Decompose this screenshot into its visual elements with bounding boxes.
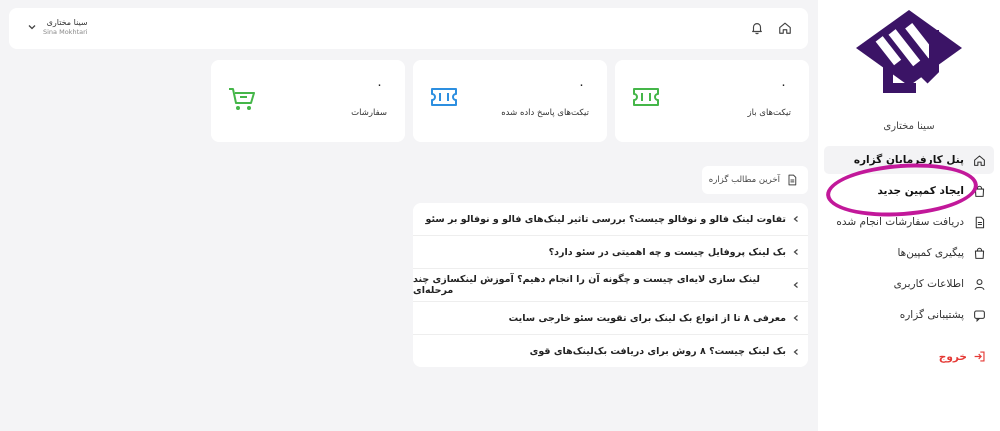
list-item[interactable]: تفاوت لینک فالو و نوفالو چیست؟ بررسی تاث… [413, 203, 808, 236]
cart-icon [227, 86, 257, 116]
post-title: لینک سازی لایه‌ای چیست و چگونه آن را انج… [413, 274, 760, 296]
sidebar-item-track-campaigns[interactable]: پیگیری کمپین‌ها [824, 239, 994, 267]
post-title: بک لینک چیست؟ ۸ روش برای دریافت بک‌لینک‌… [529, 346, 786, 357]
logout-icon [973, 350, 986, 363]
user-menu-dropdown[interactable]: سینا مختاری Sina Mokhtari [27, 18, 88, 36]
post-title: تفاوت لینک فالو و نوفالو چیست؟ بررسی تاث… [425, 213, 786, 225]
stat-label: تیکت‌های پاسخ داده شده [501, 108, 589, 118]
sidebar-item-orders[interactable]: دریافت سفارشات انجام شده [824, 208, 994, 236]
latest-posts-header: آخرین مطالب گزاره [702, 166, 808, 194]
user-name-fa: سینا مختاری [46, 18, 88, 27]
stat-label: تیکت‌های باز [747, 108, 791, 118]
ticket-icon [631, 86, 661, 112]
ticket-icon [429, 86, 459, 112]
stat-card-open-tickets[interactable]: ۰ تیکت‌های باز [615, 60, 809, 142]
stat-value: ۰ [376, 78, 383, 93]
chat-icon [972, 308, 986, 322]
post-title: معرفی ۸ تا از انواع بک لینک برای تقویت س… [508, 312, 786, 324]
latest-posts-title: آخرین مطالب گزاره [708, 175, 780, 185]
brand-logo [856, 10, 962, 93]
sidebar-item-new-campaign[interactable]: ایجاد کمپین جدید [824, 177, 994, 205]
chevron-left-icon [792, 215, 800, 223]
home-icon[interactable] [778, 21, 792, 35]
chevron-left-icon [792, 248, 800, 256]
sidebar-item-label: اطلاعات کاربری [893, 278, 964, 290]
bag-icon [972, 184, 986, 198]
bell-icon[interactable] [750, 21, 764, 35]
stat-card-orders[interactable]: ۰ سفارشات [211, 60, 405, 142]
document-icon [972, 215, 986, 229]
stat-label: سفارشات [351, 108, 387, 118]
post-title: بک لینک پروفایل چیست و چه اهمیتی در سئو … [548, 246, 786, 258]
list-item[interactable]: معرفی ۸ تا از انواع بک لینک برای تقویت س… [413, 302, 808, 335]
sidebar-item-label: پشتیبانی گزاره [899, 309, 964, 321]
sidebar-item-label: پنل کارفرمایان گزاره [853, 154, 964, 166]
sidebar-item-support[interactable]: پشتیبانی گزاره [824, 301, 994, 329]
list-item[interactable]: بک لینک پروفایل چیست و چه اهمیتی در سئو … [413, 236, 808, 269]
logout-button[interactable]: خروج [939, 350, 986, 363]
sidebar-nav: پنل کارفرمایان گزاره ایجاد کمپین جدید در… [824, 146, 994, 332]
chevron-down-icon [28, 25, 36, 30]
document-icon [786, 174, 798, 186]
list-item[interactable]: لینک سازی لایه‌ای چیست و چگونه آن را انج… [413, 269, 808, 302]
chevron-left-icon [792, 348, 800, 356]
stat-value: ۰ [780, 78, 787, 93]
list-item[interactable]: بک لینک چیست؟ ۸ روش برای دریافت بک‌لینک‌… [413, 335, 808, 368]
logout-label: خروج [938, 350, 967, 363]
brand-name: سینا مختاری [883, 121, 935, 132]
sidebar-item-label: ایجاد کمپین جدید [877, 185, 964, 197]
user-icon [972, 277, 986, 291]
stat-value: ۰ [578, 78, 585, 93]
sidebar: سینا مختاری پنل کارفرمایان گزاره ایجاد ک… [818, 0, 1000, 431]
top-header: سینا مختاری Sina Mokhtari [9, 8, 808, 49]
sidebar-item-profile[interactable]: اطلاعات کاربری [824, 270, 994, 298]
user-name-en: Sina Mokhtari [43, 28, 88, 36]
sidebar-item-label: پیگیری کمپین‌ها [897, 247, 964, 259]
chevron-left-icon [792, 314, 800, 322]
chevron-left-icon [792, 281, 800, 289]
sidebar-item-dashboard[interactable]: پنل کارفرمایان گزاره [824, 146, 994, 174]
latest-posts-list: تفاوت لینک فالو و نوفالو چیست؟ بررسی تاث… [413, 203, 808, 367]
sidebar-item-label: دریافت سفارشات انجام شده [836, 216, 964, 228]
stat-card-answered-tickets[interactable]: ۰ تیکت‌های پاسخ داده شده [413, 60, 607, 142]
bag-icon [972, 246, 986, 260]
home-icon [972, 153, 986, 167]
